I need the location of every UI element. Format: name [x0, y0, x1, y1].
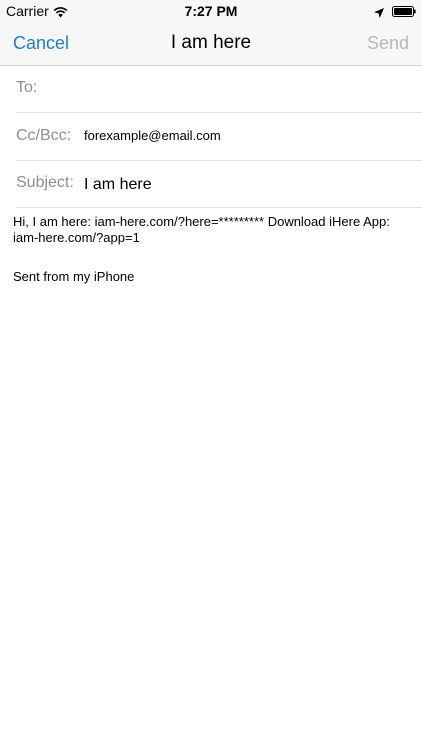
status-time: 7:27 PM — [184, 3, 238, 19]
compose-title: I am here — [170, 32, 252, 53]
message-body[interactable]: Hi, I am here: iam-here.com/?here=******… — [13, 214, 403, 246]
send-button[interactable]: Send — [367, 33, 409, 54]
subject-label: Subject: — [16, 174, 74, 191]
battery-icon — [392, 4, 416, 17]
status-bar: Carrier 7:27 PM — [0, 0, 422, 22]
cc-bcc-label: Cc/Bcc: — [16, 127, 72, 144]
to-label: To: — [16, 79, 38, 96]
to-field[interactable] — [56, 79, 396, 99]
email-signature[interactable]: Sent from my iPhone — [13, 269, 134, 285]
cc-bcc-row[interactable]: Cc/Bcc: — [16, 113, 422, 161]
subject-field[interactable] — [84, 174, 414, 196]
navigation-bar: Cancel I am here Send — [0, 22, 422, 66]
to-row[interactable]: To: — [16, 66, 422, 113]
cc-bcc-field[interactable] — [84, 127, 404, 143]
subject-row[interactable]: Subject: — [16, 161, 422, 208]
status-right-icons — [374, 4, 416, 18]
location-icon — [374, 5, 384, 18]
